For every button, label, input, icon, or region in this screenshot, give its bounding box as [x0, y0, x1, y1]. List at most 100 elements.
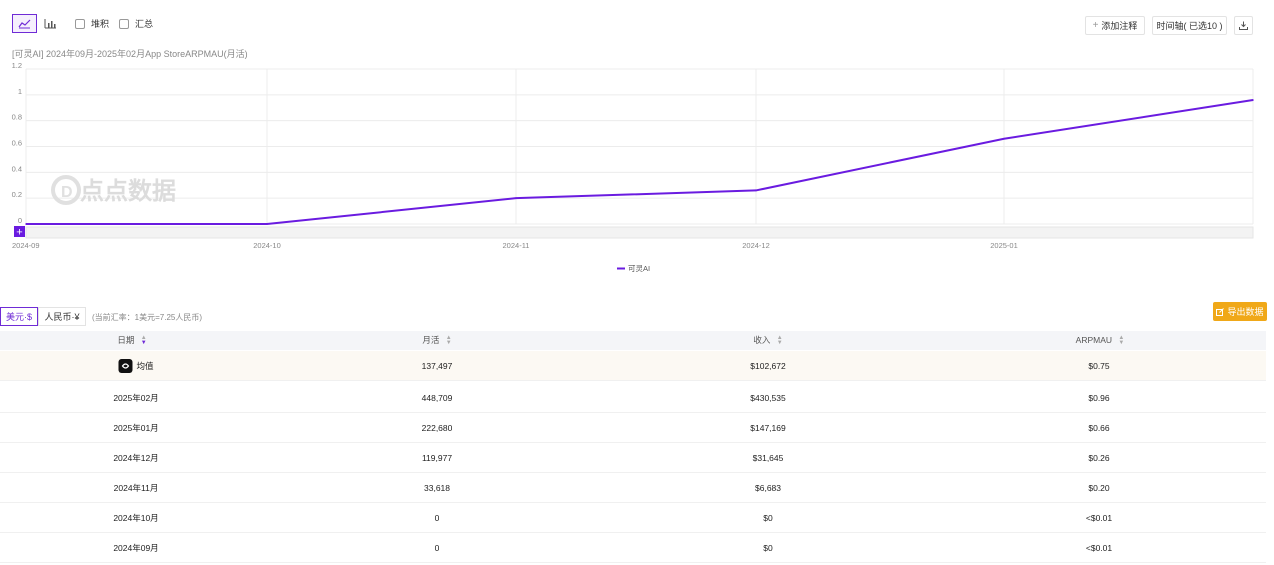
sort-icon[interactable]: ▲ ▼ — [141, 335, 147, 346]
bar-chart-icon — [44, 19, 56, 29]
sum-checkbox-label: 汇总 — [135, 19, 154, 29]
data-point — [25, 223, 27, 225]
timeline-label: 时间轴( 已选10 ) — [1156, 21, 1223, 31]
watermark-text: 点点数据 — [80, 178, 176, 205]
timeline-button[interactable]: 时间轴( 已选10 ) — [1152, 16, 1227, 35]
line-chart-view-button[interactable] — [12, 14, 37, 33]
timeline-scrollbar[interactable] — [25, 226, 1254, 239]
date-header-label: 日期 — [117, 335, 135, 345]
date-cell: 2025年01月 — [113, 423, 159, 433]
average-mau-cell: 137,497 — [421, 361, 453, 371]
sort-icon[interactable]: ▲ ▼ — [446, 335, 452, 346]
arpmau-cell: <$0.01 — [1085, 513, 1113, 523]
x-tick-label: 2024-11 — [503, 241, 530, 250]
table-row: 2025年02月 448,709 $430,535 $0.96 — [0, 383, 1266, 413]
line-chart: 1.2 1 0.8 0.6 0.4 0.2 0 2024-09 2024-10 2024-11 2… — [12, 61, 1254, 273]
chart-legend[interactable]: 可灵AI — [617, 264, 650, 273]
plus-icon: + — [16, 227, 22, 239]
revenue-cell: $0 — [763, 513, 773, 523]
sum-checkbox[interactable]: 汇总 — [119, 17, 153, 30]
revenue-cell: $31,645 — [752, 453, 784, 463]
y-tick-label: 0.8 — [12, 113, 22, 122]
arpmau-cell: $0.26 — [1088, 453, 1110, 463]
table-header: 日期 ▲ ▼ 月活 ▲ ▼ 收入 ▲ ▼ ARPMAU ▲ ▼ — [0, 331, 1266, 350]
data-point — [515, 197, 517, 199]
usd-label: 美元·$ — [5, 312, 32, 322]
average-label: 均值 — [136, 361, 154, 371]
y-tick-label: 1 — [18, 87, 22, 96]
series-line-kelingai — [26, 99, 1254, 225]
revenue-cell: $6,683 — [755, 483, 781, 493]
arpmau-column-header[interactable]: ARPMAU ▲ ▼ — [1076, 331, 1125, 350]
x-tick-label: 2024-09 — [12, 241, 40, 250]
y-tick-label: 1.2 — [12, 61, 22, 70]
x-tick-label: 2024-12 — [742, 241, 770, 250]
average-arpmau-cell: $0.75 — [1088, 361, 1110, 371]
legend-label: 可灵AI — [628, 264, 650, 273]
exchange-rate-note: (当前汇率：1美元=7.25人民币) — [92, 313, 203, 322]
usd-currency-button[interactable]: 美元·$ — [0, 307, 38, 326]
cny-label: 人民币·¥ — [44, 312, 80, 322]
arpmau-cell: $0.96 — [1088, 393, 1110, 403]
data-point — [1003, 137, 1005, 140]
revenue-cell: $430,535 — [750, 393, 786, 403]
date-cell: 2024年10月 — [113, 513, 159, 523]
table-row: 2024年09月 0 $0 <$0.01 — [0, 533, 1266, 563]
x-tick-label: 2025-01 — [990, 241, 1018, 250]
date-cell: 2024年09月 — [113, 543, 159, 553]
checkbox-box[interactable] — [119, 18, 129, 29]
arpmau-cell: $0.66 — [1088, 423, 1110, 433]
mau-header-label: 月活 — [422, 335, 440, 345]
stack-checkbox[interactable]: 堆积 — [75, 17, 109, 30]
app-icon — [118, 359, 133, 373]
data-point — [266, 223, 268, 225]
date-column-header[interactable]: 日期 ▲ ▼ — [117, 331, 146, 350]
arpmau-cell: $0.20 — [1088, 483, 1110, 493]
revenue-cell: $0 — [763, 543, 773, 553]
mau-cell: 448,709 — [421, 393, 453, 403]
mau-cell: 33,618 — [424, 483, 450, 493]
date-cell: 2024年12月 — [113, 453, 159, 463]
export-data-button[interactable]: 导出数据 — [1213, 302, 1267, 321]
average-revenue-cell: $102,672 — [750, 361, 786, 371]
y-tick-label: 0 — [18, 216, 22, 225]
table-row: 2024年12月 119,977 $31,645 $0.26 — [0, 443, 1266, 473]
checkbox-box[interactable] — [75, 18, 85, 29]
add-annotation-label: 添加注释 — [1101, 21, 1138, 31]
table-row: 2025年01月 222,680 $147,169 $0.66 — [0, 413, 1266, 443]
watermark-logo-icon: D — [51, 175, 81, 205]
x-tick-label: 2024-10 — [253, 241, 281, 250]
zoom-handle-button[interactable]: + — [14, 226, 25, 239]
y-tick-label: 0.4 — [12, 164, 22, 173]
mau-cell: 0 — [434, 543, 440, 553]
download-button[interactable] — [1234, 16, 1253, 35]
data-point — [1252, 99, 1254, 101]
sort-icon[interactable]: ▲ ▼ — [777, 335, 783, 346]
bar-chart-view-button[interactable] — [38, 14, 63, 33]
plus-icon: + — [1092, 20, 1099, 31]
export-label: 导出数据 — [1227, 307, 1264, 317]
mau-cell: 119,977 — [421, 453, 453, 463]
y-tick-label: 0.2 — [12, 190, 22, 199]
sort-icon[interactable]: ▲ ▼ — [1118, 335, 1124, 346]
revenue-cell: $147,169 — [750, 423, 786, 433]
mau-cell: 222,680 — [421, 423, 453, 433]
table-row: 2024年11月 33,618 $6,683 $0.20 — [0, 473, 1266, 503]
average-date-cell: 均值 — [118, 351, 154, 381]
mau-column-header[interactable]: 月活 ▲ ▼ — [422, 331, 451, 350]
cny-currency-button[interactable]: 人民币·¥ — [38, 307, 86, 326]
y-tick-label: 0.6 — [12, 139, 22, 148]
revenue-column-header[interactable]: 收入 ▲ ▼ — [753, 331, 782, 350]
arpmau-cell: <$0.01 — [1085, 543, 1113, 553]
date-cell: 2025年02月 — [113, 393, 159, 403]
line-chart-icon — [18, 19, 31, 29]
add-annotation-button[interactable]: + 添加注释 — [1085, 16, 1145, 35]
revenue-header-label: 收入 — [753, 335, 771, 345]
date-cell: 2024年11月 — [113, 483, 159, 493]
svg-text:D: D — [61, 184, 73, 201]
stack-checkbox-label: 堆积 — [91, 19, 110, 29]
mau-cell: 0 — [434, 513, 440, 523]
data-point — [755, 189, 757, 192]
arpmau-header-label: ARPMAU — [1075, 335, 1113, 345]
average-row: 均值 137,497 $102,672 $0.75 — [0, 351, 1266, 381]
